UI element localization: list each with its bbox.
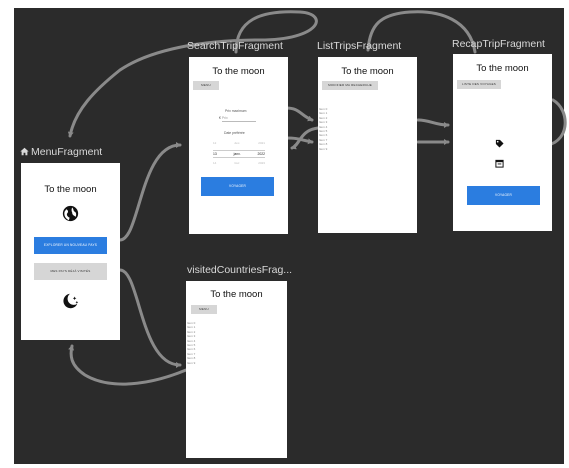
price-label: Prix maximum: [225, 109, 247, 113]
day-selected[interactable]: 13: [213, 152, 217, 156]
voyager-button[interactable]: VOYAGER: [201, 177, 274, 196]
day-next[interactable]: 14: [213, 161, 216, 165]
menu-fragment-title: MenuFragment: [20, 146, 102, 159]
month-next[interactable]: févr.: [234, 161, 240, 165]
month-prev[interactable]: déc.: [234, 141, 240, 145]
year-selected[interactable]: 2022: [257, 152, 265, 156]
calendar-icon: [495, 155, 504, 173]
recap-fragment-title: RecapTripFragment: [452, 38, 545, 50]
date-label: Date préférée: [224, 131, 245, 135]
list-fragment-title: ListTripsFragment: [317, 40, 402, 52]
menu-button[interactable]: MENU: [191, 305, 217, 314]
list-trips-fragment-screen[interactable]: To the moon MODIFIER MA RECHERCHE Item 0…: [318, 57, 417, 233]
home-icon: [20, 147, 29, 159]
date-picker-row-bottom: 14 févr. 2023: [213, 161, 265, 165]
globe-icon: [62, 205, 79, 227]
app-title: To the moon: [341, 66, 394, 77]
recap-trip-fragment-screen[interactable]: To the moon LISTE DES VOYAGES VOYAGER: [453, 54, 552, 231]
price-placeholder: Prix: [221, 116, 228, 120]
app-title: To the moon: [44, 184, 97, 195]
menu-fragment-title-text: MenuFragment: [31, 146, 103, 158]
month-selected[interactable]: janv.: [234, 152, 241, 156]
app-title: To the moon: [210, 289, 263, 300]
date-picker[interactable]: 12 déc. 2021 13 janv. 2022 14 févr. 2023: [213, 141, 265, 165]
menu-button[interactable]: MENU: [193, 81, 219, 90]
trips-list: Item 0 Item 1 Item 2 Item 3 Item 4 Item …: [319, 107, 327, 151]
year-prev[interactable]: 2021: [258, 141, 265, 145]
date-picker-row-top: 12 déc. 2021: [213, 141, 265, 145]
modify-search-button[interactable]: MODIFIER MA RECHERCHE: [322, 81, 378, 90]
tag-icon: [495, 135, 504, 153]
app-title: To the moon: [476, 63, 529, 74]
voyager-button[interactable]: VOYAGER: [467, 186, 540, 205]
menu-fragment-screen[interactable]: To the moon EXPLORER UN NOUVEAU PAYS MES…: [21, 163, 120, 340]
price-underline: [222, 121, 256, 122]
year-next[interactable]: 2023: [258, 161, 265, 165]
list-item[interactable]: Item 9: [187, 361, 195, 365]
search-fragment-title: SearchTripFragment: [187, 40, 283, 52]
date-picker-row-selected: 13 janv. 2022: [213, 150, 265, 158]
visited-countries-list: Item 0 Item 1 Item 2 Item 3 Item 4 Item …: [187, 321, 195, 365]
app-title: To the moon: [212, 66, 265, 77]
price-input[interactable]: € Prix: [219, 116, 228, 120]
explore-new-country-button[interactable]: EXPLORER UN NOUVEAU PAYS: [34, 237, 107, 254]
day-prev[interactable]: 12: [213, 141, 216, 145]
visited-fragment-title: visitedCountriesFrag...: [187, 264, 293, 276]
moon-stars-icon: [62, 292, 80, 315]
trip-list-button[interactable]: LISTE DES VOYAGES: [457, 80, 501, 89]
search-trip-fragment-screen[interactable]: To the moon MENU Prix maximum € Prix Dat…: [189, 57, 288, 234]
list-item[interactable]: Item 9: [319, 147, 327, 151]
euro-icon: €: [219, 116, 221, 120]
visited-countries-button[interactable]: MES PAYS DÉJÀ VISITÉS: [34, 263, 107, 280]
visited-countries-fragment-screen[interactable]: To the moon MENU Item 0 Item 1 Item 2 It…: [186, 281, 287, 458]
